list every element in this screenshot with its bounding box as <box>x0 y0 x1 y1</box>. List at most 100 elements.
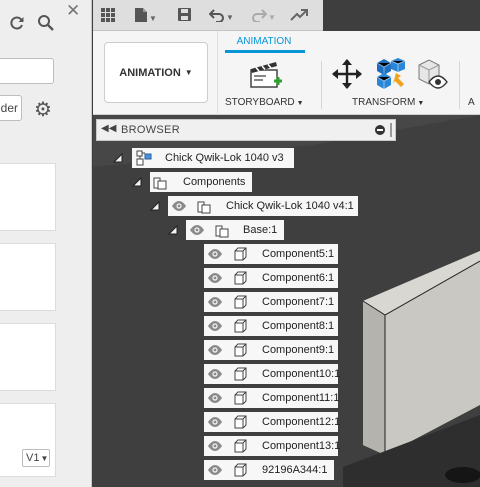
file-icon[interactable]: ▼ <box>134 5 157 25</box>
component-row[interactable]: Component13:1 <box>204 436 341 456</box>
component-label: Component7:1 <box>262 296 335 308</box>
group-separator <box>321 61 322 109</box>
visibility-eye-icon[interactable] <box>207 272 223 284</box>
toolbar-ribbon: ANIMATION ▼ ANIMATION STORYBOARD ▼ TRANS… <box>93 31 480 115</box>
group-separator <box>459 61 460 109</box>
view-group[interactable]: A <box>468 97 475 108</box>
component-row[interactable]: Component10:1 <box>204 364 341 384</box>
save-icon[interactable] <box>177 5 192 25</box>
tree-assembly[interactable]: Chick Qwik-Lok 1040 v4:1 <box>168 196 358 216</box>
assembly-icon <box>136 150 152 166</box>
visibility-eye-icon[interactable] <box>207 392 223 404</box>
body-icon <box>234 439 247 453</box>
view-label: A <box>468 97 475 108</box>
expand-triangle-icon[interactable] <box>168 225 178 235</box>
components-label: Components <box>183 176 246 188</box>
expand-triangle-icon[interactable] <box>113 153 123 163</box>
component-row[interactable]: Component8:1 <box>204 316 338 336</box>
body-icon <box>234 319 247 333</box>
browser-title: BROWSER <box>121 124 180 136</box>
component-row[interactable]: Component7:1 <box>204 292 338 312</box>
storyboard-group[interactable]: STORYBOARD ▼ <box>225 97 304 108</box>
grid-icon[interactable] <box>100 5 116 25</box>
undo-icon[interactable]: ▼ <box>208 5 234 25</box>
component-label: Component8:1 <box>262 320 335 332</box>
transform-label: TRANSFORM <box>352 97 416 108</box>
component-row[interactable]: Component5:1 <box>204 244 338 264</box>
visibility-eye-icon[interactable] <box>207 296 223 308</box>
component-label: 92196A344:1 <box>262 464 328 476</box>
body-icon <box>234 247 247 261</box>
tree-components-folder[interactable]: Components <box>150 172 252 192</box>
component-label: Component13:1 <box>262 440 341 452</box>
expand-triangle-icon[interactable] <box>150 201 160 211</box>
base-label: Base:1 <box>243 224 278 236</box>
visibility-eye-icon[interactable] <box>207 440 223 452</box>
job-status-icon[interactable] <box>290 5 308 25</box>
component-icon <box>215 225 229 238</box>
component-row[interactable]: 92196A344:1 <box>204 460 334 480</box>
tree-root[interactable]: Chick Qwik-Lok 1040 v3 <box>132 148 294 168</box>
visibility-eye-icon[interactable] <box>207 416 223 428</box>
close-icon[interactable]: ✕ <box>66 2 80 19</box>
visibility-eye-icon[interactable] <box>207 368 223 380</box>
data-card[interactable] <box>0 163 56 231</box>
data-panel: ✕ der ⚙ V1▼ <box>0 0 92 487</box>
body-icon <box>234 343 247 357</box>
component-label: Component6:1 <box>262 272 335 284</box>
search-input[interactable] <box>0 58 54 84</box>
workspace-label: ANIMATION <box>119 66 181 79</box>
minimize-browser-icon[interactable] <box>375 125 385 135</box>
component-label: Component11:1 <box>262 392 340 404</box>
component-icon <box>197 201 211 214</box>
component-row[interactable]: Component11:1 <box>204 388 340 408</box>
body-icon <box>234 295 247 309</box>
assembly-label: Chick Qwik-Lok 1040 v4:1 <box>226 200 354 212</box>
data-card[interactable] <box>0 323 56 391</box>
gear-icon[interactable]: ⚙ <box>34 97 52 122</box>
view-icon[interactable] <box>415 57 449 96</box>
visibility-eye-icon[interactable] <box>171 200 187 212</box>
collapse-browser-icon[interactable]: ◀◀ <box>101 123 116 134</box>
storyboard-label: STORYBOARD <box>225 97 295 108</box>
tab-animation[interactable]: ANIMATION <box>225 36 303 47</box>
body-icon <box>234 463 247 477</box>
storyboard-clapper-icon[interactable] <box>249 58 283 97</box>
redo-icon[interactable]: ▼ <box>251 5 276 25</box>
version-dropdown[interactable]: V1▼ <box>22 449 50 467</box>
active-tab-indicator <box>225 50 305 53</box>
workspace-switcher[interactable]: ANIMATION ▼ <box>104 42 208 103</box>
component-row[interactable]: Component12:1 <box>204 412 341 432</box>
transform-group[interactable]: TRANSFORM ▼ <box>352 97 424 108</box>
component-label: Component10:1 <box>262 368 341 380</box>
transform-move-icon[interactable] <box>331 58 363 95</box>
title-bar-empty <box>323 0 480 31</box>
explode-icon[interactable] <box>374 57 408 96</box>
component-label: Component12:1 <box>262 416 341 428</box>
upload-button[interactable]: der <box>0 95 22 121</box>
refresh-icon[interactable] <box>8 14 26 35</box>
visibility-eye-icon[interactable] <box>189 224 205 236</box>
divider <box>217 31 218 115</box>
visibility-eye-icon[interactable] <box>207 344 223 356</box>
visibility-eye-icon[interactable] <box>207 464 223 476</box>
browser-header[interactable]: ◀◀ BROWSER <box>96 119 396 141</box>
component-row[interactable]: Component9:1 <box>204 340 338 360</box>
root-label: Chick Qwik-Lok 1040 v3 <box>165 152 284 164</box>
version-label: V1 <box>26 452 40 464</box>
visibility-eye-icon[interactable] <box>207 248 223 260</box>
visibility-eye-icon[interactable] <box>207 320 223 332</box>
component-label: Component9:1 <box>262 344 335 356</box>
data-card[interactable] <box>0 243 56 311</box>
search-icon[interactable] <box>37 14 55 35</box>
folder-icon <box>153 177 167 190</box>
expand-triangle-icon[interactable] <box>132 177 142 187</box>
component-row[interactable]: Component6:1 <box>204 268 338 288</box>
component-label: Component5:1 <box>262 248 335 260</box>
body-icon <box>234 271 247 285</box>
body-icon <box>234 415 247 429</box>
tree-base[interactable]: Base:1 <box>186 220 284 240</box>
resize-grip-icon[interactable] <box>390 123 392 137</box>
quick-access-toolbar: ▼ ▼ ▼ <box>93 0 323 31</box>
body-icon <box>234 391 247 405</box>
